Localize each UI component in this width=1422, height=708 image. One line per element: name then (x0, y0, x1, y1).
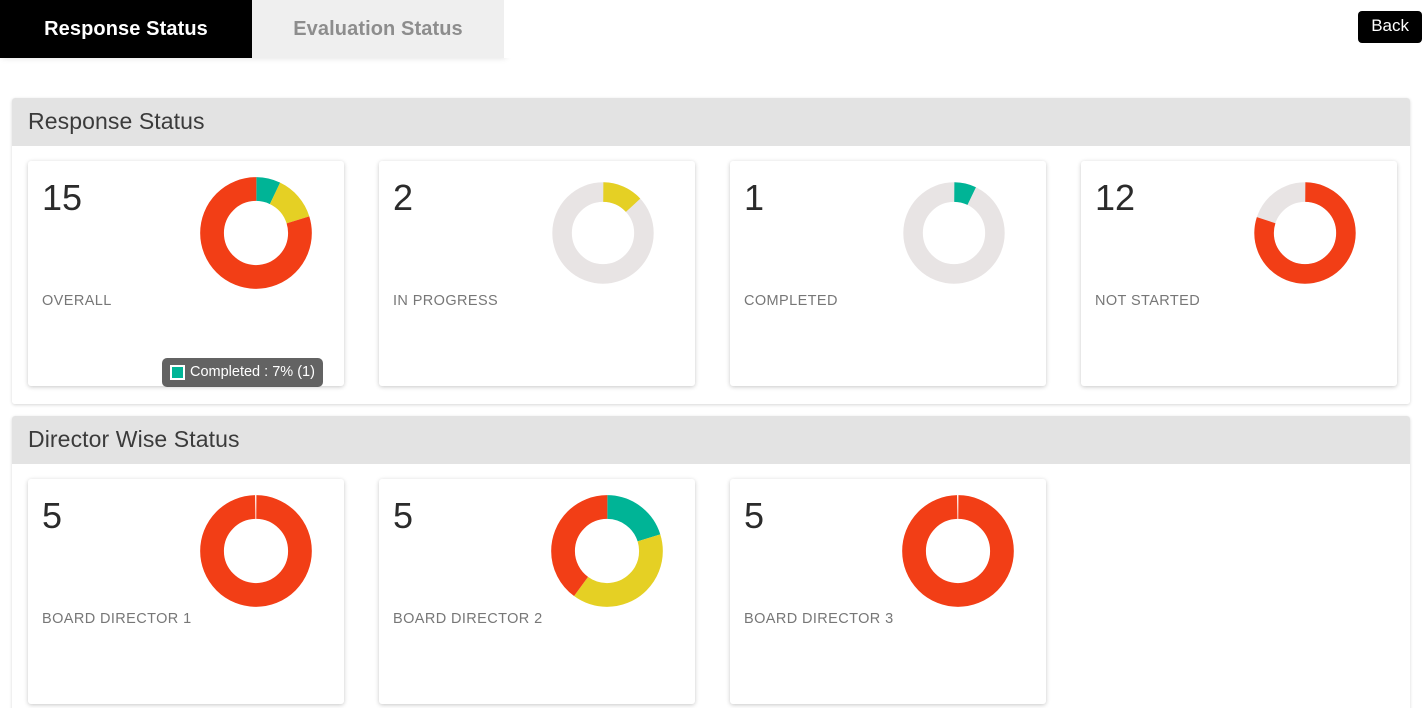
card-in-progress[interactable]: 2 IN PROGRESS (379, 161, 695, 386)
card-board-director-1-value: 5 (42, 495, 63, 536)
donut-board-director-3-svg (902, 495, 1014, 607)
dashboard-page: Response Status Evaluation Status Back R… (0, 0, 1422, 708)
card-board-director-3-value: 5 (744, 495, 765, 536)
donut-overall-svg (200, 177, 312, 289)
donut-in-progress[interactable] (549, 179, 657, 287)
card-overall-label: OVERALL (42, 293, 112, 309)
card-not-started[interactable]: 12 NOT STARTED (1081, 161, 1397, 386)
tab-bar: Response Status Evaluation Status Back (0, 0, 1422, 58)
donut-in-progress-slice (552, 182, 654, 284)
section-director-wise-status-title: Director Wise Status (12, 416, 1410, 464)
back-button[interactable]: Back (1358, 11, 1422, 43)
tooltip-series-swatch-icon (170, 365, 185, 380)
donut-board-director-3[interactable] (900, 493, 1016, 609)
donut-board-director-1-slice-not-started (200, 495, 312, 607)
card-board-director-3[interactable]: 5 BOARD DIRECTOR 3 (730, 479, 1046, 704)
card-overall-value: 15 (42, 177, 83, 218)
tab-response-status[interactable]: Response Status (0, 0, 252, 58)
tab-response-status-label: Response Status (44, 17, 208, 40)
chart-tooltip: Completed : 7% (1) (162, 358, 323, 387)
donut-board-director-3-slice-not-started (902, 495, 1014, 607)
donut-completed-svg (903, 182, 1005, 284)
donut-board-director-2[interactable] (549, 493, 665, 609)
empty-card-slot (1081, 479, 1397, 704)
section-response-status-title: Response Status (12, 98, 1410, 146)
director-wise-card-row: 5 BOARD DIRECTOR 1 5 BOARD DIRECTOR 2 5 … (12, 464, 1410, 708)
card-not-started-label: NOT STARTED (1095, 293, 1201, 309)
card-board-director-1[interactable]: 5 BOARD DIRECTOR 1 (28, 479, 344, 704)
card-board-director-2-value: 5 (393, 495, 414, 536)
donut-completed[interactable] (900, 179, 1008, 287)
section-director-wise-status: Director Wise Status 5 BOARD DIRECTOR 1 … (12, 416, 1410, 708)
card-board-director-2[interactable]: 5 BOARD DIRECTOR 2 (379, 479, 695, 704)
card-in-progress-label: IN PROGRESS (393, 293, 499, 309)
tab-evaluation-status-label: Evaluation Status (293, 17, 463, 40)
donut-board-director-2-svg (551, 495, 663, 607)
donut-board-director-2-slice-not-started (551, 495, 663, 607)
donut-overall-slice-not-started (200, 177, 312, 289)
donut-completed-slice (903, 182, 1005, 284)
card-in-progress-value: 2 (393, 177, 414, 218)
tab-strip: Response Status Evaluation Status (0, 0, 504, 58)
tab-bar-filler (504, 0, 1422, 58)
dashboard-content: Response Status 15 OVERALL Completed: 7… (0, 98, 1422, 708)
card-board-director-3-label: BOARD DIRECTOR 3 (744, 611, 894, 627)
donut-board-director-1-svg (200, 495, 312, 607)
donut-not-started[interactable] (1251, 179, 1359, 287)
section-response-status: Response Status 15 OVERALL Completed: 7… (12, 98, 1410, 404)
donut-overall[interactable] (198, 175, 314, 291)
card-completed-label: COMPLETED (744, 293, 838, 309)
card-completed[interactable]: 1 COMPLETED (730, 161, 1046, 386)
donut-in-progress-svg (552, 182, 654, 284)
card-completed-value: 1 (744, 177, 765, 218)
tab-evaluation-status[interactable]: Evaluation Status (252, 0, 504, 58)
donut-not-started-slice (1254, 182, 1356, 284)
tooltip-text: Completed : 7% (1) (190, 364, 315, 381)
card-overall[interactable]: 15 OVERALL Completed: 7% (1) (28, 161, 344, 387)
donut-not-started-svg (1254, 182, 1356, 284)
card-board-director-2-label: BOARD DIRECTOR 2 (393, 611, 543, 627)
card-not-started-value: 12 (1095, 177, 1136, 218)
card-board-director-1-label: BOARD DIRECTOR 1 (42, 611, 192, 627)
response-status-card-row: 15 OVERALL Completed: 7% (1) 2 IN PROGR… (12, 146, 1410, 404)
donut-board-director-1[interactable] (198, 493, 314, 609)
